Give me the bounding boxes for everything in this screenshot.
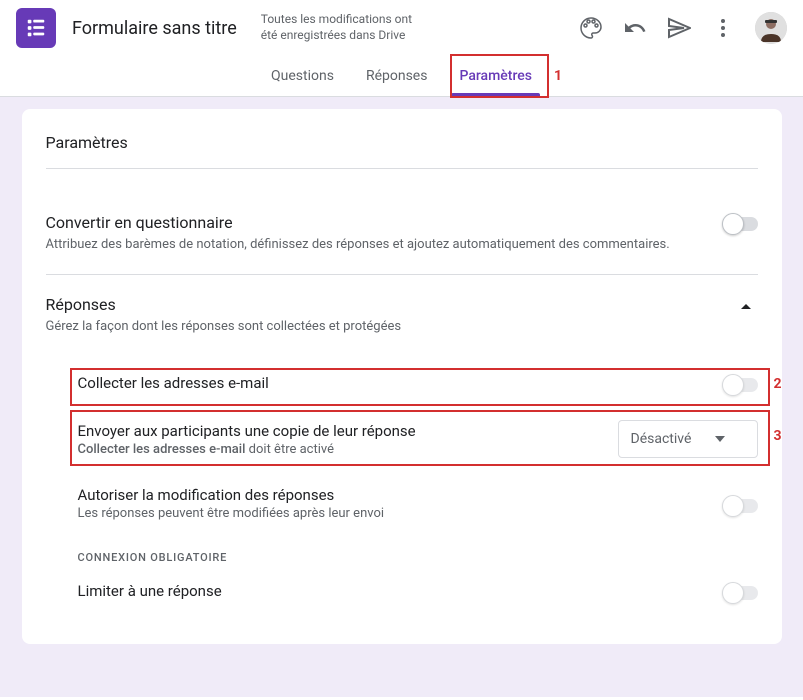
tab-responses[interactable]: Réponses	[350, 56, 444, 96]
page-title: Paramètres	[46, 133, 758, 169]
send-copy-dropdown[interactable]: Désactivé	[618, 420, 758, 458]
collect-email-title: Collecter les adresses e-mail	[78, 374, 708, 392]
login-section-label: CONNEXION OBLIGATOIRE	[78, 551, 758, 564]
quiz-section-desc: Attribuez des barèmes de notation, défin…	[46, 236, 708, 254]
send-copy-title: Envoyer aux participants une copie de le…	[78, 422, 602, 440]
avatar[interactable]	[755, 12, 787, 44]
allow-edit-toggle[interactable]	[724, 499, 758, 513]
annotation-label-2: 2	[773, 376, 781, 392]
more-vert-icon[interactable]	[711, 16, 735, 40]
chevron-up-icon[interactable]	[734, 295, 758, 319]
limit-one-toggle[interactable]	[724, 586, 758, 600]
collect-email-toggle[interactable]	[724, 378, 758, 392]
undo-icon[interactable]	[623, 16, 647, 40]
annotation-label-1: 1	[554, 68, 562, 84]
annotation-label-3: 3	[773, 428, 781, 444]
limit-one-title: Limiter à une réponse	[78, 582, 708, 600]
palette-icon[interactable]	[579, 16, 603, 40]
allow-edit-desc: Les réponses peuvent être modifiées aprè…	[78, 506, 708, 521]
send-icon[interactable]	[667, 16, 691, 40]
responses-section-desc: Gérez la façon dont les réponses sont co…	[46, 318, 718, 336]
send-copy-desc: Collecter les adresses e-mail doit être …	[78, 442, 602, 457]
forms-logo-icon[interactable]	[16, 8, 56, 48]
tab-settings[interactable]: Paramètres	[443, 56, 548, 96]
save-status: Toutes les modifications ont été enregis…	[261, 12, 421, 43]
allow-edit-title: Autoriser la modification des réponses	[78, 486, 708, 504]
responses-section-title: Réponses	[46, 295, 718, 314]
quiz-toggle[interactable]	[724, 217, 758, 231]
quiz-section-title: Convertir en questionnaire	[46, 213, 708, 232]
form-title[interactable]: Formulaire sans titre	[72, 18, 237, 39]
tab-questions[interactable]: Questions	[255, 56, 350, 96]
